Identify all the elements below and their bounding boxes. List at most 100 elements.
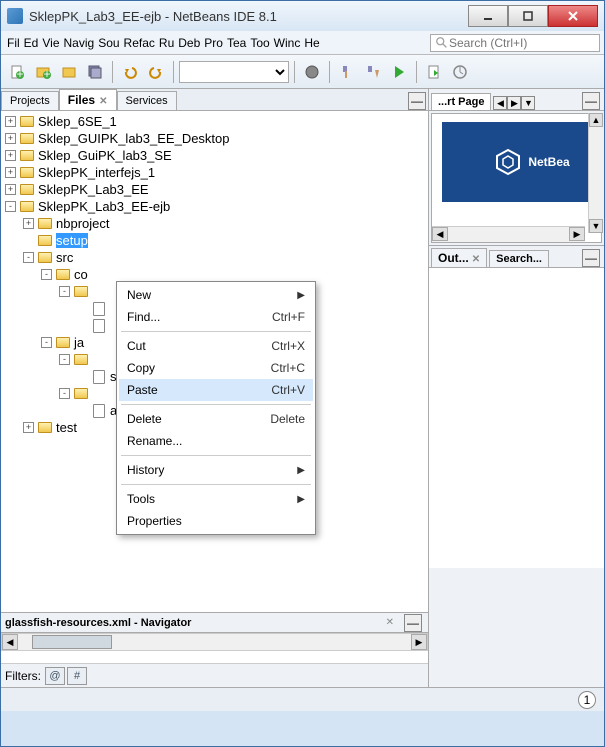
context-menu-item-rename[interactable]: Rename... bbox=[119, 430, 313, 452]
menu-source[interactable]: Sou bbox=[96, 34, 121, 52]
scroll-left-button[interactable]: ◀ bbox=[2, 634, 18, 650]
tree-row[interactable]: +SklepPK_Lab3_EE bbox=[1, 181, 428, 198]
tab-scroll-right[interactable]: ▶ bbox=[507, 96, 521, 110]
close-icon[interactable]: ✕ bbox=[99, 96, 107, 107]
close-icon[interactable]: ✕ bbox=[386, 617, 394, 628]
filter-button-2[interactable]: # bbox=[67, 667, 87, 685]
run-button[interactable] bbox=[387, 60, 411, 84]
context-menu-item-history[interactable]: History▶ bbox=[119, 459, 313, 481]
tree-row[interactable]: + Sklep_GUIPK_lab3_EE_Desktop bbox=[1, 130, 428, 147]
folder-icon bbox=[19, 115, 35, 129]
menu-file[interactable]: Fil bbox=[5, 34, 22, 52]
tab-scroll-left[interactable]: ◀ bbox=[493, 96, 507, 110]
search-input[interactable] bbox=[449, 36, 589, 50]
menu-team[interactable]: Tea bbox=[225, 34, 248, 52]
browser-button[interactable] bbox=[300, 60, 324, 84]
minimize-panel-button[interactable]: — bbox=[404, 614, 422, 632]
menu-navigate[interactable]: Navig bbox=[62, 34, 97, 52]
tab-list-button[interactable]: ▼ bbox=[521, 96, 535, 110]
notifications-button[interactable]: 1 bbox=[578, 691, 596, 709]
menu-edit[interactable]: Ed bbox=[22, 34, 41, 52]
tab-services[interactable]: Services bbox=[117, 91, 177, 110]
collapse-icon[interactable]: - bbox=[59, 354, 70, 365]
tab-search-results[interactable]: Search... bbox=[489, 250, 549, 267]
collapse-icon[interactable]: - bbox=[59, 286, 70, 297]
collapse-icon[interactable]: - bbox=[5, 201, 16, 212]
minimize-panel-button[interactable]: — bbox=[408, 92, 426, 110]
tree-row[interactable]: +Sklep_6SE_1 bbox=[1, 113, 428, 130]
scroll-left-button[interactable]: ◀ bbox=[432, 227, 448, 241]
collapse-icon[interactable]: - bbox=[41, 337, 52, 348]
context-menu-item-copy[interactable]: CopyCtrl+C bbox=[119, 357, 313, 379]
close-button[interactable] bbox=[548, 5, 598, 27]
file-tree[interactable]: +Sklep_6SE_1+Sklep_GUIPK_lab3_EE_Desktop… bbox=[1, 111, 428, 612]
expand-icon[interactable]: + bbox=[23, 422, 34, 433]
config-dropdown[interactable] bbox=[179, 61, 289, 83]
expand-icon[interactable]: + bbox=[23, 218, 34, 229]
context-menu-item-delete[interactable]: DeleteDelete bbox=[119, 408, 313, 430]
tab-projects[interactable]: Projects bbox=[1, 91, 59, 110]
save-all-icon bbox=[87, 64, 103, 80]
close-icon[interactable]: ✕ bbox=[472, 254, 480, 265]
scroll-right-button[interactable]: ▶ bbox=[569, 227, 585, 241]
tab-files[interactable]: Files✕ bbox=[59, 89, 117, 110]
new-file-button[interactable]: + bbox=[5, 60, 29, 84]
tab-output[interactable]: Out... ✕ bbox=[431, 248, 487, 267]
scroll-up-button[interactable]: ▲ bbox=[589, 113, 603, 127]
scroll-down-button[interactable]: ▼ bbox=[589, 219, 603, 233]
redo-button[interactable] bbox=[144, 60, 168, 84]
expand-icon[interactable]: + bbox=[5, 116, 16, 127]
debug-button[interactable] bbox=[422, 60, 446, 84]
open-project-button[interactable] bbox=[57, 60, 81, 84]
toolbar-separator bbox=[329, 61, 330, 83]
expand-icon[interactable]: + bbox=[5, 167, 16, 178]
tree-row[interactable]: -src bbox=[1, 249, 428, 266]
menu-window[interactable]: Winc bbox=[272, 34, 303, 52]
minimize-panel-button[interactable]: — bbox=[582, 249, 600, 267]
context-menu-item-tools[interactable]: Tools▶ bbox=[119, 488, 313, 510]
menu-tools[interactable]: Too bbox=[248, 34, 271, 52]
quick-search[interactable] bbox=[430, 34, 600, 52]
tree-item-label: SklepPK_interfejs_1 bbox=[38, 165, 155, 180]
scroll-thumb[interactable] bbox=[32, 635, 112, 649]
expand-icon[interactable]: + bbox=[5, 133, 16, 144]
context-menu-item-find[interactable]: Find...Ctrl+F bbox=[119, 306, 313, 328]
menu-debug[interactable]: Deb bbox=[176, 34, 202, 52]
tree-row[interactable]: +Sklep_GuiPK_lab3_SE bbox=[1, 147, 428, 164]
filter-button-1[interactable]: @ bbox=[45, 667, 65, 685]
menu-profile[interactable]: Pro bbox=[202, 34, 225, 52]
profile-button[interactable] bbox=[448, 60, 472, 84]
menu-help[interactable]: He bbox=[302, 34, 321, 52]
save-all-button[interactable] bbox=[83, 60, 107, 84]
tree-row[interactable]: + SklepPK_interfejs_1 bbox=[1, 164, 428, 181]
clean-build-button[interactable] bbox=[361, 60, 385, 84]
tree-row[interactable]: setup bbox=[1, 232, 428, 249]
expand-icon[interactable]: + bbox=[5, 184, 16, 195]
netbeans-banner: NetBea bbox=[442, 122, 602, 202]
context-menu-item-paste[interactable]: PasteCtrl+V bbox=[119, 379, 313, 401]
maximize-editor-button[interactable]: — bbox=[582, 92, 600, 110]
new-project-button[interactable]: + bbox=[31, 60, 55, 84]
build-button[interactable] bbox=[335, 60, 359, 84]
tab-start-page[interactable]: ...rt Page bbox=[431, 93, 491, 110]
context-menu-item-cut[interactable]: CutCtrl+X bbox=[119, 335, 313, 357]
menu-refactor[interactable]: Refac bbox=[122, 34, 157, 52]
collapse-icon[interactable]: - bbox=[59, 388, 70, 399]
menu-run[interactable]: Ru bbox=[157, 34, 176, 52]
tree-row[interactable]: -SklepPK_Lab3_EE-ejb bbox=[1, 198, 428, 215]
context-menu-item-new[interactable]: New▶ bbox=[119, 284, 313, 306]
tree-item-label: Sklep_GUIPK_lab3_EE_Desktop bbox=[38, 131, 230, 146]
collapse-icon[interactable]: - bbox=[41, 269, 52, 280]
vertical-scrollbar[interactable]: ▲ ▼ bbox=[588, 113, 604, 233]
scroll-right-button[interactable]: ▶ bbox=[411, 634, 427, 650]
undo-button[interactable] bbox=[118, 60, 142, 84]
maximize-button[interactable] bbox=[508, 5, 548, 27]
horizontal-scrollbar[interactable]: ◀ ▶ bbox=[1, 633, 428, 651]
context-menu-item-properties[interactable]: Properties bbox=[119, 510, 313, 532]
menu-view[interactable]: Vie bbox=[40, 34, 61, 52]
collapse-icon[interactable]: - bbox=[23, 252, 34, 263]
tree-row[interactable]: +nbproject bbox=[1, 215, 428, 232]
expand-icon[interactable]: + bbox=[5, 150, 16, 161]
title-bar: SklepPK_Lab3_EE-ejb - NetBeans IDE 8.1 bbox=[1, 1, 604, 31]
minimize-button[interactable] bbox=[468, 5, 508, 27]
